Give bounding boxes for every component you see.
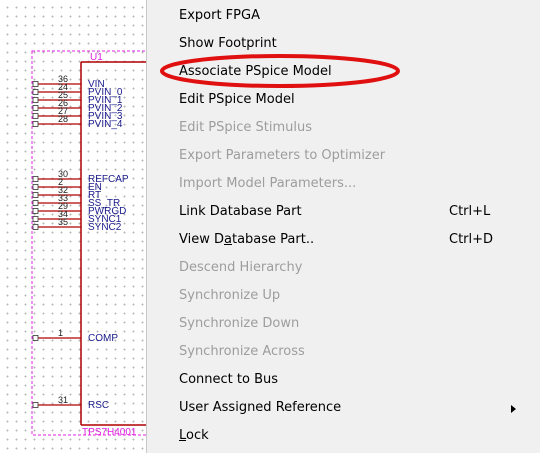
pin-connection-point[interactable]	[32, 176, 39, 182]
menu-item-export-parameters-to-optimizer[interactable]: Export Parameters to Optimizer	[147, 142, 540, 170]
pin-connection-point[interactable]	[32, 97, 39, 103]
pin-connection-point[interactable]	[32, 224, 39, 230]
part-refdes: U1	[90, 52, 103, 63]
menu-item-user-assigned-reference[interactable]: User Assigned Reference	[147, 394, 540, 422]
menu-item-label: Export FPGA	[179, 8, 260, 23]
menu-item-import-model-parameters[interactable]: Import Model Parameters...	[147, 170, 540, 198]
menu-item-shortcut: Ctrl+L	[449, 204, 491, 219]
pin-number: 1	[58, 328, 63, 338]
pin-number: 28	[58, 114, 68, 124]
menu-item-label: View Database Part..	[179, 232, 315, 247]
menu-item-synchronize-down[interactable]: Synchronize Down	[147, 310, 540, 338]
pin-connection-point[interactable]	[32, 105, 39, 111]
menu-item-label: Synchronize Across	[179, 344, 305, 359]
menu-item-label: Import Model Parameters...	[179, 176, 357, 191]
menu-item-connect-to-bus[interactable]: Connect to Bus	[147, 366, 540, 394]
menu-item-associate-pspice-model[interactable]: Associate PSpice Model	[147, 58, 540, 86]
menu-item-synchronize-across[interactable]: Synchronize Across	[147, 338, 540, 366]
pin-connection-point[interactable]	[32, 216, 39, 222]
pin-number: 35	[58, 217, 68, 227]
pin-connection-point[interactable]	[32, 402, 39, 408]
part-value: TPS7H4001	[82, 427, 137, 438]
menu-item-label: Edit PSpice Stimulus	[179, 120, 313, 135]
submenu-arrow-icon	[511, 405, 516, 413]
menu-item-link-database-part[interactable]: Link Database Part Ctrl+L	[147, 198, 540, 226]
pin-rsc[interactable]: 31 RSC	[32, 395, 109, 411]
pin-comp[interactable]: 1 COMP	[32, 328, 118, 344]
menu-item-label: Edit PSpice Model	[179, 92, 295, 107]
menu-item-synchronize-up[interactable]: Synchronize Up	[147, 282, 540, 310]
pin-connection-point[interactable]	[32, 113, 39, 119]
pin-connection-point[interactable]	[32, 81, 39, 87]
menu-item-view-database-part[interactable]: View Database Part.. Ctrl+D	[147, 226, 540, 254]
menu-item-edit-pspice-stimulus[interactable]: Edit PSpice Stimulus	[147, 114, 540, 142]
menu-item-label: Lock	[179, 428, 209, 443]
pin-connection-point[interactable]	[32, 208, 39, 214]
menu-item-label: Connect to Bus	[179, 372, 278, 387]
menu-item-label: Associate PSpice Model	[179, 64, 332, 79]
pin-connection-point[interactable]	[32, 335, 39, 341]
menu-item-export-fpga[interactable]: Export FPGA	[147, 2, 540, 30]
pin-connection-point[interactable]	[32, 121, 39, 127]
pin-connection-point[interactable]	[32, 184, 39, 190]
context-menu: Export FPGA Show Footprint Associate PSpic…	[146, 0, 540, 453]
menu-item-lock[interactable]: Lock	[147, 422, 540, 450]
menu-item-shortcut: Ctrl+D	[449, 232, 494, 247]
menu-item-descend-hierarchy[interactable]: Descend Hierarchy	[147, 254, 540, 282]
pin-number: 31	[58, 395, 68, 405]
pin-name: SYNC2	[88, 222, 122, 233]
menu-item-label: Synchronize Up	[179, 288, 281, 303]
menu-item-label: User Assigned Reference	[179, 400, 342, 415]
menu-item-label: Descend Hierarchy	[179, 260, 303, 275]
menu-item-label: Synchronize Down	[179, 316, 300, 331]
menu-item-label: Export Parameters to Optimizer	[179, 148, 386, 163]
pin-name: RSC	[88, 400, 109, 411]
pin-name: COMP	[88, 333, 118, 344]
menu-item-edit-pspice-model[interactable]: Edit PSpice Model	[147, 86, 540, 114]
schematic-part-u1[interactable]: U1 TPS7H4001 36 VIN24 PVIN_025 PVIN_126 PVIN…	[0, 0, 146, 453]
menu-item-label: Link Database Part	[179, 204, 302, 219]
menu-item-label: Show Footprint	[179, 36, 277, 51]
pin-connection-point[interactable]	[32, 200, 39, 206]
menu-item-show-footprint[interactable]: Show Footprint	[147, 30, 540, 58]
pin-connection-point[interactable]	[32, 192, 39, 198]
pin-connection-point[interactable]	[32, 89, 39, 95]
pin-name: PVIN_4	[88, 119, 123, 130]
